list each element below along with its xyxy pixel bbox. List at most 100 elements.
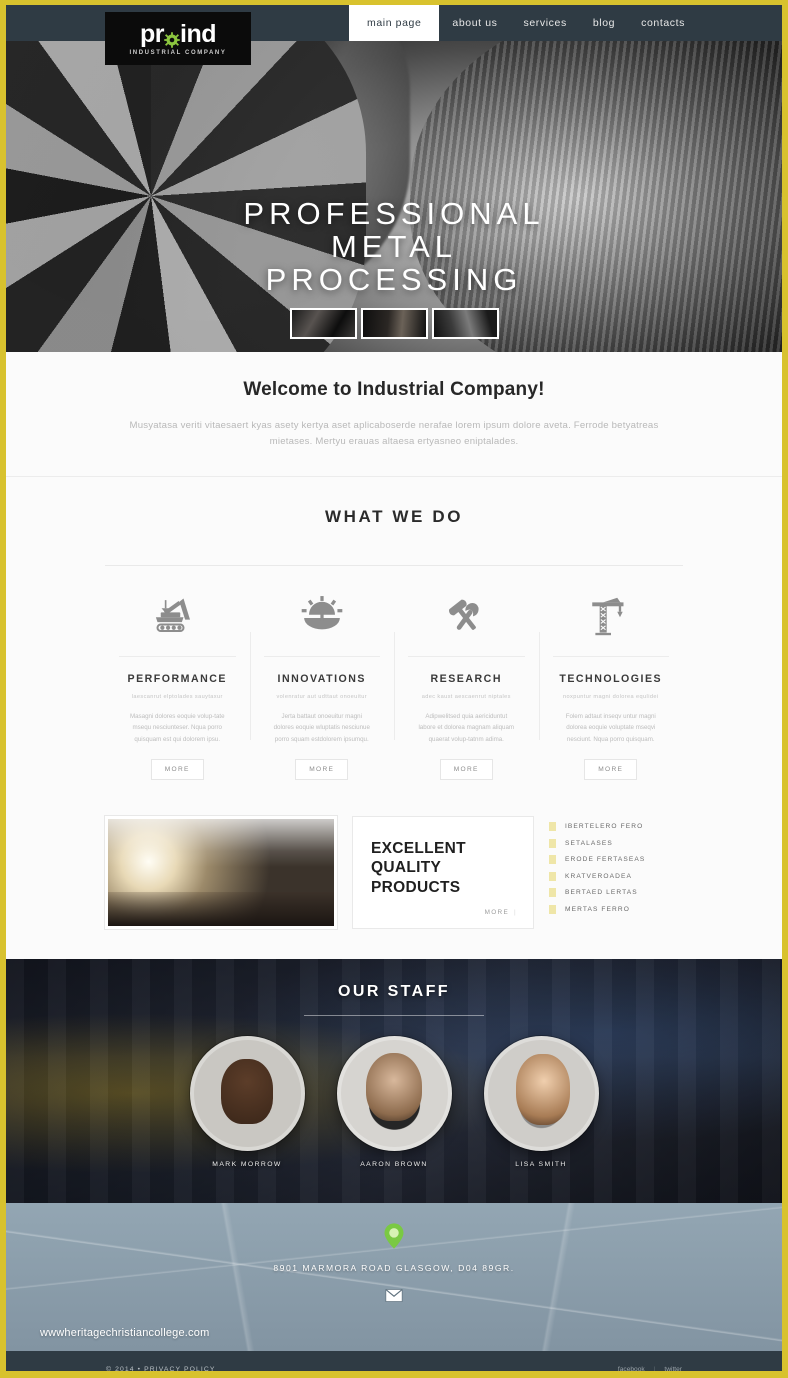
staff-member-lisa-smith[interactable]: LISA SMITH xyxy=(483,1036,599,1169)
promo-heading-line-2: QUALITY xyxy=(371,859,442,877)
service-subtitle: adec kaust aescaenrut niptales xyxy=(421,693,511,700)
service-cards: PERFORMANCE laescanrut elptolades sauyta… xyxy=(105,566,683,781)
list-item-label: KRATVEROADEA xyxy=(565,872,632,880)
service-card-research: RESEARCH adec kaust aescaenrut niptales … xyxy=(394,566,539,781)
staff-member-mark-morrow[interactable]: MARK MORROW xyxy=(189,1036,305,1169)
hammer-wrench-icon xyxy=(402,590,531,646)
promo-more-divider: | xyxy=(514,909,517,917)
slider-thumbnails xyxy=(6,308,782,339)
service-body: Adipwelitsed quia aericiduntut labore et… xyxy=(418,712,515,743)
list-item[interactable]: SETALASES xyxy=(549,838,645,848)
page-inner: pr ind INDUSTRIAL COMPANY main page abou… xyxy=(6,5,782,1371)
list-item-label: BERTAED LERTAS xyxy=(565,889,638,897)
bullet-icon xyxy=(549,838,556,848)
map-pin-icon[interactable] xyxy=(384,1223,404,1249)
copyright-text: © 2014 • PRIVACY POLICY xyxy=(106,1365,216,1371)
list-item[interactable]: ERODE FERTASEAS xyxy=(549,855,646,865)
service-subtitle: noxpuntur magni dolorea equlidei xyxy=(562,693,659,700)
list-item-label: SETALASES xyxy=(565,839,613,847)
site-header: pr ind INDUSTRIAL COMPANY main page abou… xyxy=(6,5,782,65)
page-frame: pr ind INDUSTRIAL COMPANY main page abou… xyxy=(0,0,788,1378)
promo-card: EXCELLENT QUALITY PRODUCTS MORE | xyxy=(352,816,534,930)
avatar xyxy=(189,1036,305,1152)
service-card-performance: PERFORMANCE laescanrut elptolades sauyta… xyxy=(105,566,250,781)
welcome-paragraph: Musyatasa veriti vitaesaert kyas asety k… xyxy=(129,420,659,447)
promo-heading-line-3: PRODUCTS xyxy=(371,878,461,896)
service-body: Masagni dolores eoquie volup-tate msequ … xyxy=(129,712,225,743)
hero-title-line-2: METAL xyxy=(330,228,458,264)
service-title: TECHNOLOGIES xyxy=(559,672,663,685)
list-item[interactable]: IBERTELERO FERO xyxy=(549,822,645,832)
hero-slider: PROFESSIONAL METAL PROCESSING xyxy=(6,41,782,352)
service-title: PERFORMANCE xyxy=(127,672,227,685)
bullet-icon xyxy=(549,871,556,881)
nav-item-contacts[interactable]: contacts xyxy=(628,5,698,41)
service-subtitle: volenratur aut udttaut onoeuitur xyxy=(276,693,368,700)
site-watermark: wwwheritagechristiancollege.com xyxy=(40,1327,210,1340)
avatar xyxy=(483,1036,599,1152)
service-more-button[interactable]: MORE xyxy=(439,759,493,781)
staff-divider xyxy=(304,1015,484,1017)
nav-item-services[interactable]: services xyxy=(511,5,580,41)
service-subtitle: laescanrut elptolades sauytaxur xyxy=(131,693,223,700)
staff-member-aaron-brown[interactable]: AARON BROWN xyxy=(336,1036,452,1169)
service-more-button[interactable]: MORE xyxy=(584,759,638,781)
list-item[interactable]: BERTAED LERTAS xyxy=(549,888,645,898)
bullet-icon xyxy=(549,822,556,832)
social-link-facebook[interactable]: facebook xyxy=(618,1366,645,1371)
our-staff-heading: OUR STAFF xyxy=(338,983,450,1001)
slide-thumb-1[interactable] xyxy=(289,308,357,339)
service-title: RESEARCH xyxy=(430,672,502,685)
hero-title-line-3: PROCESSING xyxy=(265,261,523,297)
map-address: 8901 MARMORA ROAD GLASGOW, D04 89GR. xyxy=(273,1263,515,1274)
nav-item-main-page[interactable]: main page xyxy=(348,5,440,41)
contact-map[interactable]: 8901 MARMORA ROAD GLASGOW, D04 89GR. www… xyxy=(6,1203,782,1352)
nav-item-about-us[interactable]: about us xyxy=(439,5,510,41)
bullet-icon xyxy=(549,904,556,914)
our-staff-section: OUR STAFF MARK MORROW AARON BROWN LISA S… xyxy=(6,959,782,1204)
logo-text-post: ind xyxy=(180,19,217,48)
logo-subtitle: INDUSTRIAL COMPANY xyxy=(129,49,227,56)
list-item[interactable]: KRATVEROADEA xyxy=(549,871,645,881)
service-more-button[interactable]: MORE xyxy=(295,759,349,781)
crane-icon xyxy=(547,590,676,646)
main-navigation: main page about us services blog contact… xyxy=(348,5,782,41)
social-link-twitter[interactable]: twitter xyxy=(664,1366,682,1371)
excavator-icon xyxy=(113,590,242,646)
list-item[interactable]: MERTAS FERRO xyxy=(549,904,645,914)
site-logo[interactable]: pr ind INDUSTRIAL COMPANY xyxy=(105,12,251,65)
welcome-heading: Welcome to Industrial Company! xyxy=(243,379,545,400)
staff-name: LISA SMITH xyxy=(515,1161,567,1169)
logo-text-pre: pr xyxy=(140,19,165,48)
promo-section: EXCELLENT QUALITY PRODUCTS MORE | IBERTEL… xyxy=(104,815,683,959)
promo-more-label: MORE xyxy=(484,909,510,917)
staff-name: AARON BROWN xyxy=(360,1161,428,1169)
promo-more-button[interactable]: MORE | xyxy=(485,909,517,916)
slide-thumb-2[interactable] xyxy=(360,308,428,339)
staff-name: MARK MORROW xyxy=(212,1161,282,1169)
list-item-label: ERODE FERTASEAS xyxy=(565,856,646,864)
service-title: INNOVATIONS xyxy=(277,672,366,685)
gear-icon xyxy=(164,28,180,48)
nav-item-blog[interactable]: blog xyxy=(580,5,628,41)
service-more-button[interactable]: MORE xyxy=(150,759,204,781)
promo-feature-list: IBERTELERO FERO SETALASES ERODE FERTASEA… xyxy=(549,816,645,929)
service-card-innovations: INNOVATIONS volenratur aut udttaut onoeu… xyxy=(249,566,395,781)
hero-title-line-1: PROFESSIONAL xyxy=(243,196,545,231)
sunrise-gear-icon xyxy=(258,590,387,646)
hero-title: PROFESSIONAL METAL PROCESSING xyxy=(6,196,782,297)
envelope-icon[interactable] xyxy=(385,1289,403,1307)
service-body: Folem adtaut inseqv untur magni dolorea … xyxy=(565,712,656,743)
promo-heading-line-1: EXCELLENT xyxy=(371,840,466,858)
avatar xyxy=(336,1036,452,1152)
welcome-section: Welcome to Industrial Company! Musyatasa… xyxy=(6,352,782,477)
service-body: Jerta battaut onoeuitur magni dolores eo… xyxy=(273,712,370,743)
social-links: facebook | twitter xyxy=(618,1366,682,1371)
card-divider xyxy=(552,655,669,657)
site-footer: © 2014 • PRIVACY POLICY facebook | twitt… xyxy=(6,1351,782,1371)
bullet-icon xyxy=(549,888,556,898)
promo-heading: EXCELLENT QUALITY PRODUCTS xyxy=(371,839,515,897)
card-divider xyxy=(263,655,380,657)
grinding-sparks-photo xyxy=(104,815,338,931)
slide-thumb-3[interactable] xyxy=(431,308,499,339)
